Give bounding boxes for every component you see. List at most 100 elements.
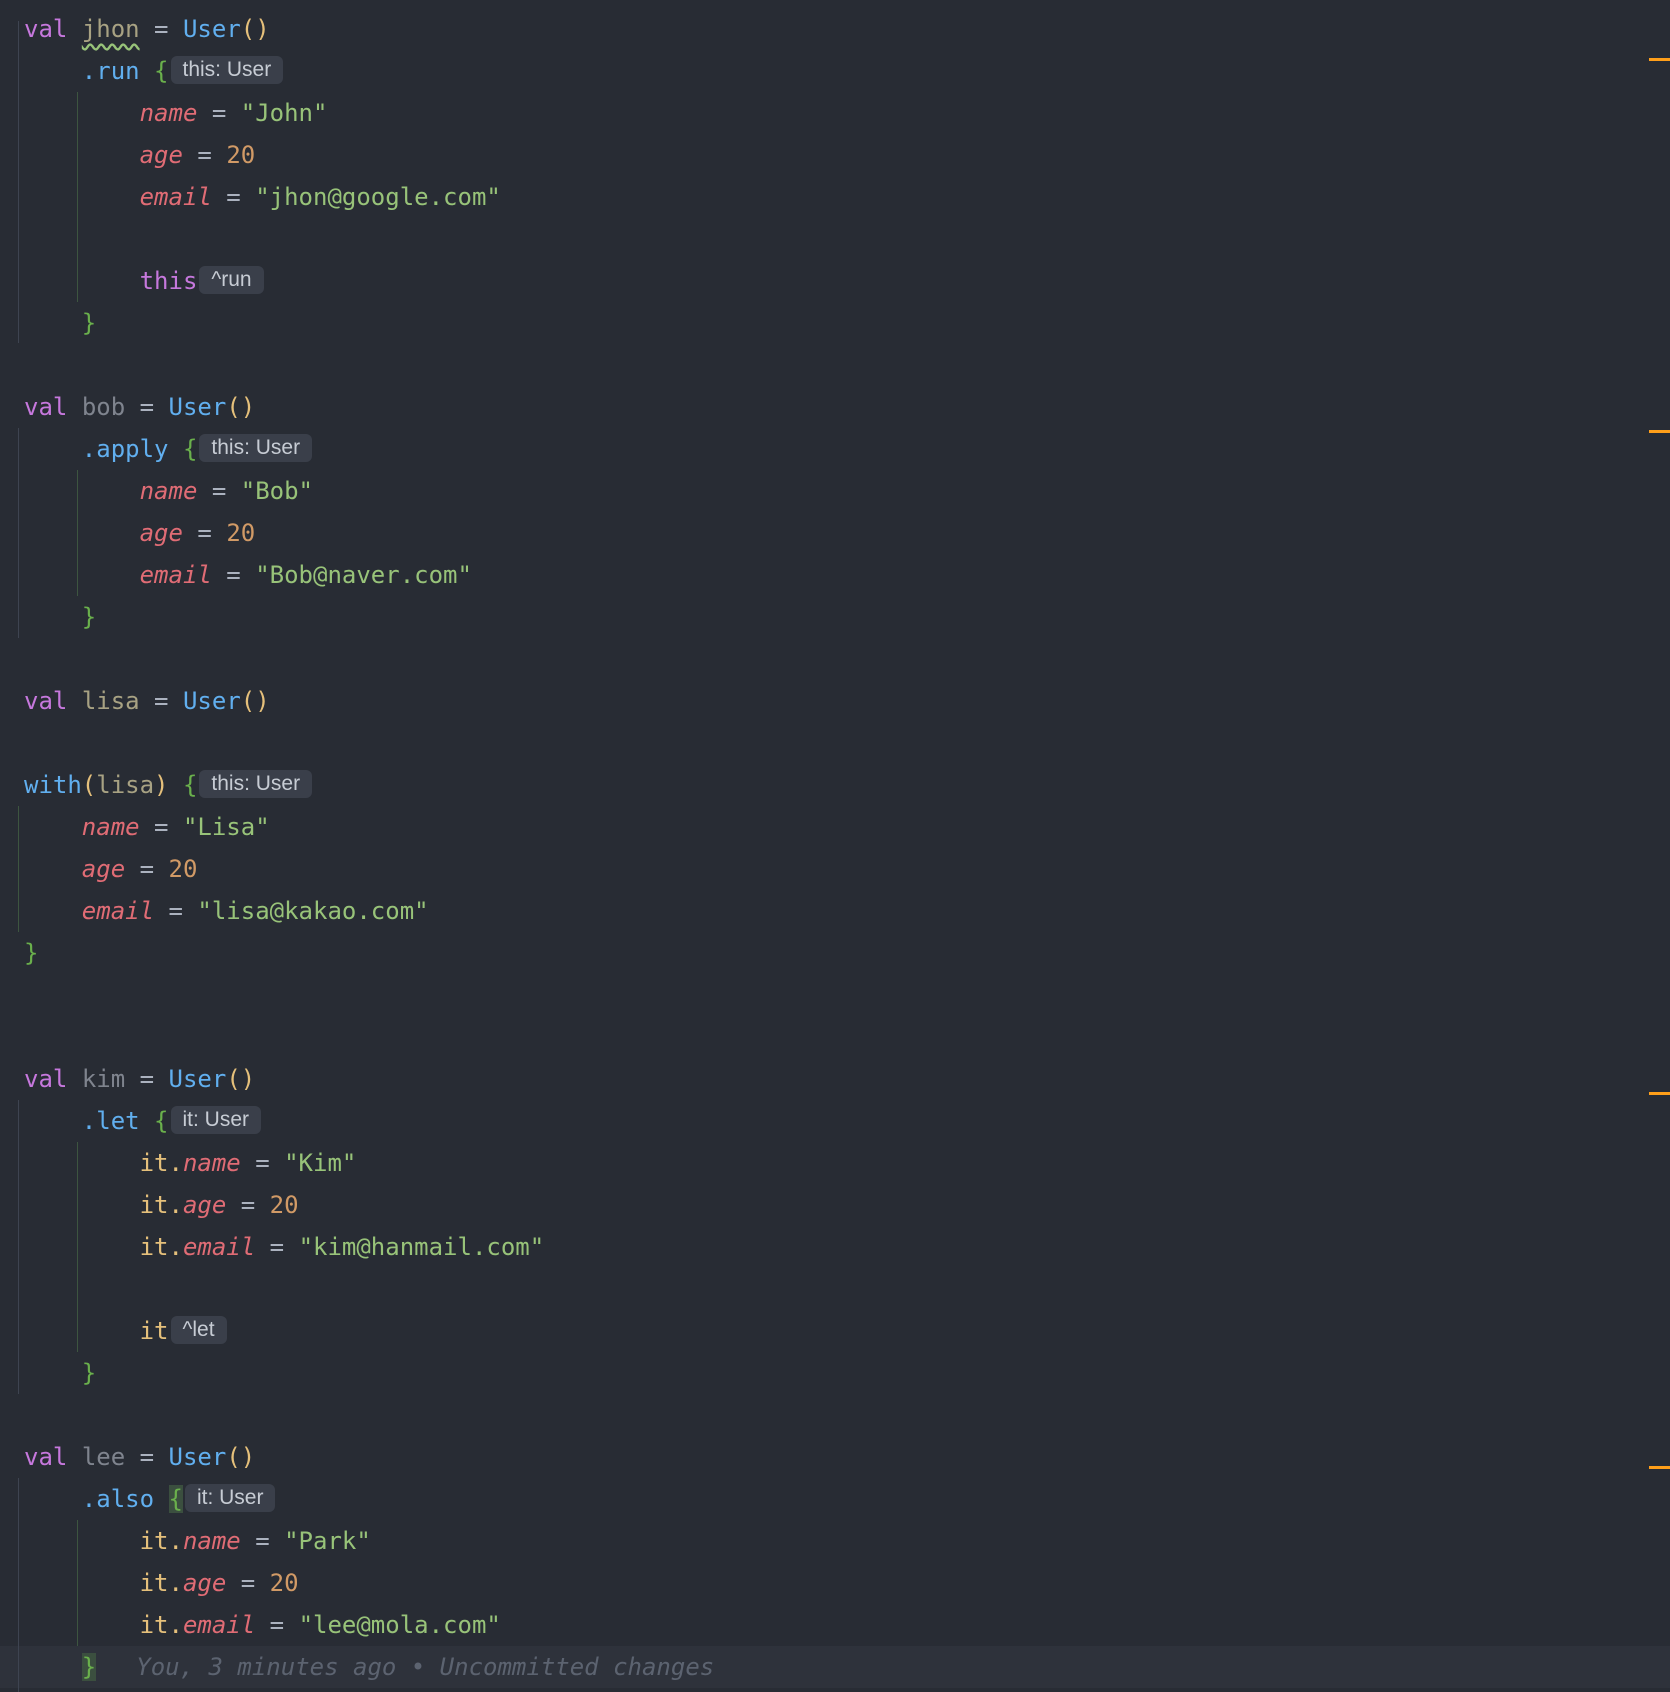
code-token: = [226, 1569, 270, 1597]
code-line[interactable]: } [24, 596, 96, 638]
code-token: = [182, 141, 227, 169]
code-line[interactable]: it ^let [24, 1310, 227, 1352]
function-token: User [168, 1443, 227, 1471]
string-literal: "Kim" [284, 1149, 357, 1177]
code-line[interactable]: } You, 3 minutes ago • Uncommitted change… [24, 1646, 714, 1688]
function-token: .apply [81, 435, 169, 463]
code-token: = [139, 687, 183, 715]
code-line[interactable]: } [24, 1352, 96, 1394]
code-line[interactable]: .run {this: User [24, 50, 284, 92]
code-line[interactable]: val lisa = User() [24, 680, 270, 722]
property-token: email [139, 561, 212, 589]
property-token: age [182, 1191, 227, 1219]
code-line[interactable]: email = "Bob@naver.com" [24, 554, 472, 596]
code-line[interactable]: this ^run [24, 260, 264, 302]
keyword-token: val [24, 393, 68, 421]
string-literal: "Bob@naver.com" [255, 561, 472, 589]
code-line[interactable]: name = "Bob" [24, 470, 313, 512]
string-literal: "Lisa" [182, 813, 270, 841]
code-line[interactable]: .apply {this: User [24, 428, 313, 470]
code-line[interactable]: with(lisa) {this: User [24, 764, 313, 806]
code-token: () [240, 687, 270, 715]
property-token: email [182, 1611, 256, 1639]
code-line[interactable]: it.name = "Kim" [24, 1142, 357, 1184]
inlay-hint: it: User [184, 1484, 276, 1512]
indent-guide [18, 21, 19, 343]
code-line[interactable]: .let {it: User [24, 1100, 262, 1142]
code-token: = [125, 1443, 169, 1471]
code-token: it [139, 1317, 169, 1345]
git-blame-annotation: You, 3 minutes ago • Uncommitted changes [136, 1653, 715, 1681]
code-line[interactable]: age = 20 [24, 512, 256, 554]
string-literal: "Park" [284, 1527, 371, 1555]
code-token: = [211, 183, 256, 211]
code-token: = [255, 1611, 299, 1639]
code-line[interactable]: age = 20 [24, 848, 198, 890]
change-marker [1649, 1092, 1670, 1095]
change-marker [1649, 1466, 1670, 1469]
property-token: age [139, 519, 183, 547]
code-line[interactable]: val jhon = User() [24, 8, 270, 50]
indent-guide [18, 1478, 19, 1692]
number-literal: 20 [269, 1569, 299, 1597]
code-line[interactable]: .also {it: User [24, 1478, 276, 1520]
code-line[interactable]: val bob = User() [24, 386, 255, 428]
function-token: .also [81, 1485, 155, 1513]
code-line[interactable]: it.age = 20 [24, 1184, 299, 1226]
code-line[interactable]: age = 20 [24, 134, 256, 176]
brace-token: } [81, 309, 97, 337]
code-line[interactable]: name = "John" [24, 92, 328, 134]
property-token: age [81, 855, 126, 883]
inlay-hint: this: User [199, 770, 313, 798]
keyword-token: val [24, 1065, 68, 1093]
code-line[interactable]: it.email = "kim@hanmail.com" [24, 1226, 545, 1268]
code-token: lisa [81, 687, 140, 715]
code-token: = [240, 1149, 285, 1177]
code-line[interactable]: email = "jhon@google.com" [24, 176, 501, 218]
code-token: it. [139, 1527, 183, 1555]
code-token: = [139, 813, 183, 841]
code-line[interactable]: } [24, 302, 96, 344]
code-line[interactable]: val kim = User() [24, 1058, 255, 1100]
inlay-hint: this: User [199, 434, 313, 462]
code-token: lisa [96, 771, 155, 799]
string-literal: "lee@mola.com" [298, 1611, 501, 1639]
number-literal: 20 [269, 1191, 299, 1219]
code-token: = [125, 393, 169, 421]
code-token: = [240, 1527, 285, 1555]
function-token: .let [81, 1107, 140, 1135]
code-token: () [226, 393, 256, 421]
inlay-hint: ^run [199, 266, 264, 294]
code-line[interactable]: } [24, 932, 38, 974]
brace-token: { [182, 435, 198, 463]
code-line[interactable]: it.name = "Park" [24, 1520, 371, 1562]
code-editor[interactable]: val jhon = User() .run {this: User name … [0, 0, 1670, 1692]
code-token: it. [139, 1191, 183, 1219]
code-line[interactable]: it.age = 20 [24, 1562, 299, 1604]
code-line[interactable]: it.email = "lee@mola.com" [24, 1604, 501, 1646]
code-line[interactable]: email = "lisa@kakao.com" [24, 890, 429, 932]
code-token: it. [139, 1233, 183, 1261]
code-line[interactable]: name = "Lisa" [24, 806, 270, 848]
keyword-token: val [24, 1443, 68, 1471]
inlay-hint: this: User [170, 56, 284, 84]
code-line[interactable]: val lee = User() [24, 1436, 255, 1478]
code-token: = [154, 897, 198, 925]
code-token: = [255, 1233, 299, 1261]
brace-token: { [154, 1107, 169, 1135]
property-token: name [139, 99, 198, 127]
